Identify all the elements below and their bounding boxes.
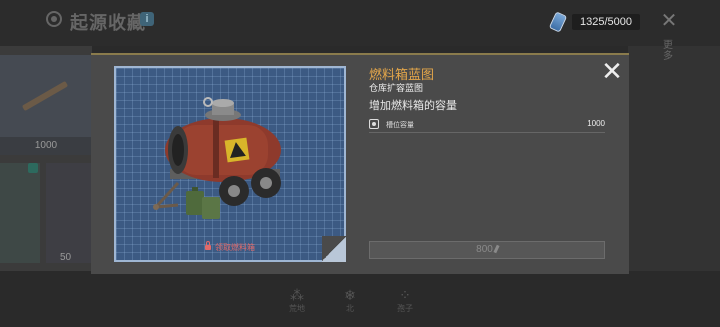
back-icon[interactable]: [46, 11, 62, 27]
stat-label: 槽位容量: [386, 122, 414, 129]
item-description: 增加燃料箱的容量: [369, 100, 457, 112]
stat-row: 槽位容量 1000: [369, 118, 605, 133]
card-price: 50: [60, 252, 72, 263]
collection-card[interactable]: [0, 163, 40, 263]
side-panel: [628, 46, 720, 271]
spores-icon: ⁘: [399, 287, 411, 303]
bottom-nav: ⁂ 荒地 ❄ 北 ⁘ 孢子: [0, 276, 720, 327]
new-badge: [28, 163, 38, 173]
purchase-button[interactable]: 800: [369, 241, 605, 259]
close-icon[interactable]: ✕: [601, 58, 623, 84]
fuel-icon: [493, 244, 500, 254]
collection-card[interactable]: [46, 163, 92, 263]
stat-value: 1000: [587, 119, 605, 128]
side-panel-label: 更多: [663, 40, 673, 62]
close-icon[interactable]: ✕: [660, 11, 678, 31]
fuel-icon: [548, 11, 568, 33]
nav-item-spores[interactable]: ⁘ 孢子: [385, 288, 425, 316]
grass-icon: ⁂: [290, 287, 304, 303]
snowflake-icon: ❄: [344, 287, 356, 303]
claim-hint-label: 领取燃料箱: [215, 243, 255, 252]
page-title: 起源收藏: [70, 13, 146, 33]
top-bar: 起源收藏 i 1325/5000 ✕: [0, 0, 720, 46]
claim-hint: 领取燃料箱: [114, 241, 346, 253]
capacity-icon: [369, 119, 379, 129]
nav-item-wasteland[interactable]: ⁂ 荒地: [277, 288, 317, 316]
currency-display: 1325/5000: [548, 11, 640, 33]
purchase-button-label: 800: [476, 244, 493, 255]
nav-item-north[interactable]: ❄ 北: [330, 288, 370, 316]
info-icon[interactable]: i: [140, 12, 154, 26]
card-price: 1000: [0, 137, 92, 155]
lock-icon: [205, 241, 211, 250]
item-subtitle: 仓库扩容蓝图: [369, 83, 424, 93]
currency-value: 1325/5000: [572, 14, 640, 30]
fuel-tank-icon: [153, 97, 281, 219]
